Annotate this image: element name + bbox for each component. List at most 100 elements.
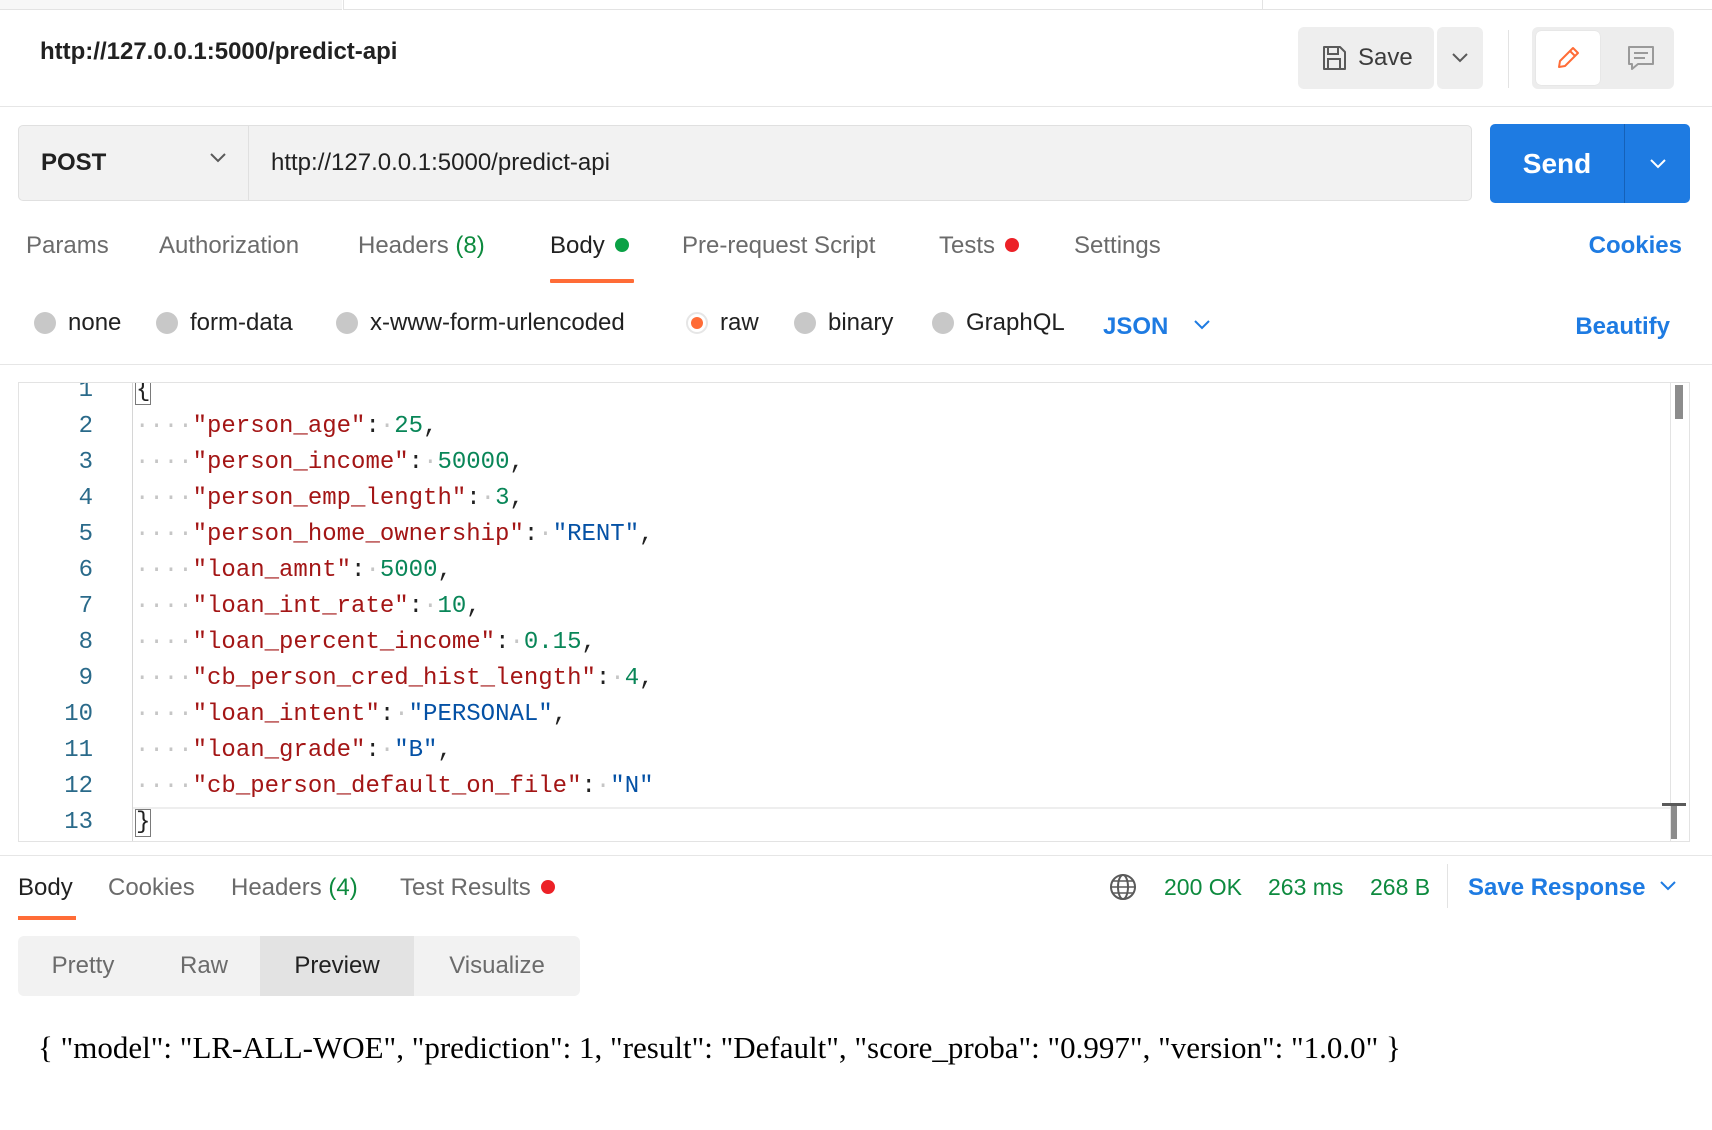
json-key: "cb_person_cred_hist_length" [192, 665, 596, 692]
headers-count: (8) [455, 232, 485, 259]
chevron-down-icon[interactable] [1658, 880, 1678, 892]
save-response-button[interactable]: Save Response [1468, 874, 1645, 902]
chevron-down-icon [1649, 158, 1666, 168]
response-tab-cookies[interactable]: Cookies [108, 874, 195, 902]
editor-line[interactable]: 4 ····"person_emp_length":·3, [19, 481, 1689, 517]
json-value: 50000 [437, 449, 510, 476]
radio-raw[interactable]: raw [686, 309, 759, 337]
comma: , [552, 701, 568, 728]
radio-none[interactable]: none [34, 309, 121, 337]
body-type-options: none form-data x-www-form-urlencoded raw… [0, 305, 1712, 345]
active-tab-indicator [550, 279, 634, 283]
editor-line[interactable]: 8 ····"loan_percent_income":·0.15, [19, 625, 1689, 661]
radio-label: GraphQL [966, 309, 1065, 336]
tab-headers[interactable]: Headers (8) [358, 232, 485, 260]
view-visualize[interactable]: Visualize [414, 936, 580, 996]
editor-line[interactable]: 2 ····"person_age":·25, [19, 409, 1689, 445]
json-key: "person_home_ownership" [192, 521, 524, 548]
line-code: } [135, 805, 152, 841]
test-results-indicator-dot [540, 879, 555, 894]
comma: , [509, 485, 524, 512]
body-editor[interactable]: 1{2 ····"person_age":·25, 3 ····"person_inc… [18, 382, 1690, 842]
json-key: "loan_percent_income" [192, 629, 496, 656]
chevron-down-icon[interactable] [1192, 319, 1212, 331]
tab-label: Settings [1074, 232, 1161, 259]
editor-line[interactable]: 12 ····"cb_person_default_on_file":·"N" [19, 769, 1689, 805]
method-label: POST [41, 149, 107, 176]
tab-body[interactable]: Body [550, 232, 629, 260]
json-value: 10 [437, 593, 467, 620]
json-key: "loan_amnt" [192, 557, 352, 584]
editor-line[interactable]: 3 ····"person_income":·50000, [19, 445, 1689, 481]
comma: , [437, 737, 452, 764]
method-select[interactable]: POST [18, 125, 248, 201]
radio-circle [794, 312, 816, 334]
editor-line[interactable]: 9 ····"cb_person_cred_hist_length":·4, [19, 661, 1689, 697]
response-tab-body[interactable]: Body [18, 874, 73, 902]
response-preview: { "model": "LR-ALL-WOE", "prediction": 1… [38, 1030, 1401, 1065]
tab-tests[interactable]: Tests [939, 232, 1020, 260]
response-time[interactable]: 263 ms [1268, 874, 1343, 901]
comments-button[interactable] [1612, 31, 1670, 85]
json-value: 25 [394, 413, 424, 440]
line-code: { [135, 383, 152, 409]
status-code[interactable]: 200 OK [1164, 874, 1242, 901]
comma: , [639, 665, 654, 692]
headers-count: (4) [328, 874, 358, 901]
line-number: 6 [78, 557, 93, 584]
editor-line[interactable]: 6 ····"loan_amnt":·5000, [19, 553, 1689, 589]
radio-label: x-www-form-urlencoded [370, 309, 625, 336]
globe-icon[interactable] [1108, 872, 1138, 902]
line-number: 13 [64, 809, 93, 836]
json-key: "person_income" [192, 449, 409, 476]
comma: , [466, 593, 481, 620]
divider [0, 106, 1712, 107]
tab-label: Body [550, 232, 605, 259]
view-preview[interactable]: Preview [260, 936, 414, 996]
view-pretty[interactable]: Pretty [18, 936, 148, 996]
send-options-button[interactable] [1625, 124, 1690, 203]
request-title[interactable]: http://127.0.0.1:5000/predict-api [40, 38, 397, 66]
send-button[interactable]: Send [1490, 124, 1624, 203]
cookies-link[interactable]: Cookies [1589, 232, 1682, 260]
line-code: ····"person_home_ownership":·"RENT", [135, 521, 654, 548]
save-button[interactable]: Save [1298, 27, 1434, 89]
editor-line[interactable]: 10 ····"loan_intent":·"PERSONAL", [19, 697, 1689, 733]
editor-line[interactable]: 13} [19, 805, 1689, 841]
divider [0, 364, 1712, 365]
radio-graphql[interactable]: GraphQL [932, 309, 1065, 337]
response-size[interactable]: 268 B [1370, 874, 1430, 901]
tab-inactive[interactable] [0, 0, 342, 10]
json-key: "loan_int_rate" [192, 593, 409, 620]
tab-params[interactable]: Params [26, 232, 109, 260]
line-number: 3 [78, 449, 93, 476]
url-input[interactable] [248, 125, 1472, 201]
tab-active[interactable] [343, 0, 1263, 10]
view-raw[interactable]: Raw [148, 936, 260, 996]
tab-settings[interactable]: Settings [1074, 232, 1161, 260]
radio-form-data[interactable]: form-data [156, 309, 293, 337]
editor-line[interactable]: 1{ [19, 383, 1689, 409]
radio-x-www-form-urlencoded[interactable]: x-www-form-urlencoded [336, 309, 625, 337]
tab-label: Headers [358, 232, 449, 259]
editor-line[interactable]: 11 ····"loan_grade":·"B", [19, 733, 1689, 769]
tab-strip [0, 0, 1712, 10]
radio-binary[interactable]: binary [794, 309, 893, 337]
json-value: 4 [624, 665, 640, 692]
json-value: "RENT" [552, 521, 640, 548]
response-tab-headers[interactable]: Headers (4) [231, 874, 358, 902]
json-value: "B" [394, 737, 438, 764]
save-options-button[interactable] [1437, 27, 1483, 89]
line-code: ····"loan_percent_income":·0.15, [135, 629, 596, 656]
line-number: 7 [78, 593, 93, 620]
tab-pre-request-script[interactable]: Pre-request Script [682, 232, 875, 260]
response-tab-test-results[interactable]: Test Results [400, 874, 555, 902]
line-number: 12 [64, 773, 93, 800]
json-value: 3 [495, 485, 510, 512]
editor-line[interactable]: 5 ····"person_home_ownership":·"RENT", [19, 517, 1689, 553]
edit-mode-button[interactable] [1536, 31, 1600, 85]
beautify-button[interactable]: Beautify [1575, 313, 1670, 341]
language-select[interactable]: JSON [1103, 313, 1168, 341]
editor-line[interactable]: 7 ····"loan_int_rate":·10, [19, 589, 1689, 625]
tab-authorization[interactable]: Authorization [159, 232, 299, 260]
